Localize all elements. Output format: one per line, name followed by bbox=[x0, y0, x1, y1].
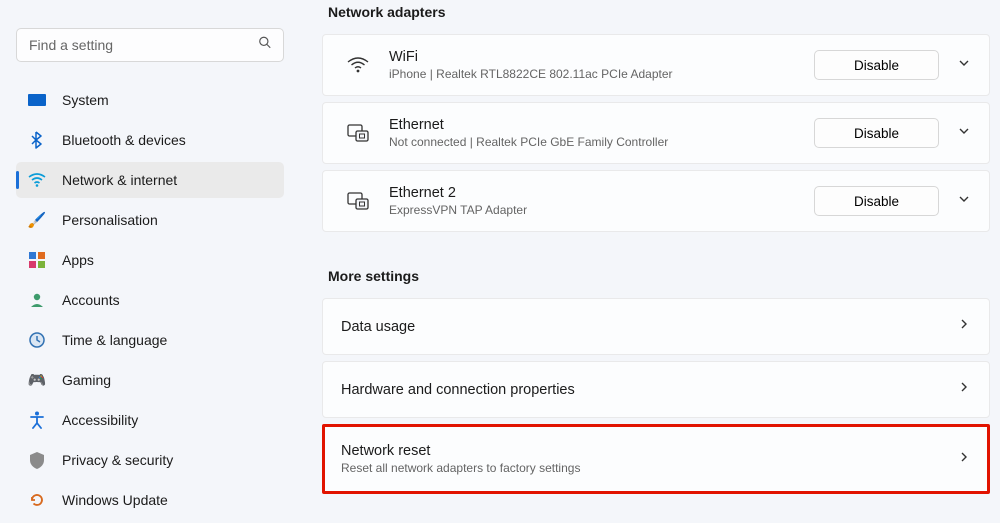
search-input[interactable] bbox=[16, 28, 284, 62]
chevron-down-icon[interactable] bbox=[957, 124, 971, 143]
sidebar-item-label: Personalisation bbox=[62, 212, 158, 228]
adapter-name: Ethernet bbox=[389, 117, 814, 133]
sidebar-item-label: System bbox=[62, 92, 109, 108]
adapter-desc: Not connected | Realtek PCIe GbE Family … bbox=[389, 135, 814, 149]
nav-list: System Bluetooth & devices Network & int… bbox=[16, 82, 284, 518]
adapter-desc: iPhone | Realtek RTL8822CE 802.11ac PCIe… bbox=[389, 67, 814, 81]
chevron-down-icon[interactable] bbox=[957, 56, 971, 75]
section-more-settings: More settings bbox=[328, 268, 990, 284]
setting-subtitle: Reset all network adapters to factory se… bbox=[341, 461, 957, 475]
accessibility-icon bbox=[28, 411, 46, 429]
disable-button[interactable]: Disable bbox=[814, 186, 939, 216]
brush-icon: 🖌️ bbox=[28, 211, 46, 229]
chevron-right-icon bbox=[957, 380, 971, 399]
sidebar-item-label: Bluetooth & devices bbox=[62, 132, 186, 148]
sidebar-item-label: Network & internet bbox=[62, 172, 177, 188]
shield-icon bbox=[28, 451, 46, 469]
sidebar-item-label: Accessibility bbox=[62, 412, 138, 428]
sidebar-item-update[interactable]: Windows Update bbox=[16, 482, 284, 518]
setting-data-usage[interactable]: Data usage bbox=[322, 298, 990, 355]
accounts-icon bbox=[28, 291, 46, 309]
setting-hardware-properties[interactable]: Hardware and connection properties bbox=[322, 361, 990, 418]
chevron-down-icon[interactable] bbox=[957, 192, 971, 211]
sidebar-item-label: Apps bbox=[62, 252, 94, 268]
sidebar: System Bluetooth & devices Network & int… bbox=[0, 0, 300, 523]
main-panel: Network adapters WiFi iPhone | Realtek R… bbox=[300, 0, 1000, 523]
wifi-icon bbox=[341, 57, 375, 73]
disable-button[interactable]: Disable bbox=[814, 118, 939, 148]
chevron-right-icon bbox=[957, 317, 971, 336]
sidebar-item-personalisation[interactable]: 🖌️ Personalisation bbox=[16, 202, 284, 238]
setting-network-reset[interactable]: Network reset Reset all network adapters… bbox=[322, 424, 990, 494]
adapter-desc: ExpressVPN TAP Adapter bbox=[389, 203, 814, 217]
clock-icon bbox=[28, 331, 46, 349]
ethernet-icon bbox=[341, 192, 375, 210]
ethernet-icon bbox=[341, 124, 375, 142]
adapter-name: Ethernet 2 bbox=[389, 185, 814, 201]
sidebar-item-bluetooth[interactable]: Bluetooth & devices bbox=[16, 122, 284, 158]
sidebar-item-gaming[interactable]: 🎮 Gaming bbox=[16, 362, 284, 398]
sidebar-item-label: Windows Update bbox=[62, 492, 168, 508]
setting-title: Network reset bbox=[341, 443, 957, 459]
sidebar-item-system[interactable]: System bbox=[16, 82, 284, 118]
sidebar-item-accessibility[interactable]: Accessibility bbox=[16, 402, 284, 438]
sidebar-item-label: Accounts bbox=[62, 292, 120, 308]
sidebar-item-accounts[interactable]: Accounts bbox=[16, 282, 284, 318]
setting-title: Data usage bbox=[341, 319, 957, 335]
sidebar-item-label: Time & language bbox=[62, 332, 167, 348]
sidebar-item-network[interactable]: Network & internet bbox=[16, 162, 284, 198]
disable-button[interactable]: Disable bbox=[814, 50, 939, 80]
wifi-icon bbox=[28, 171, 46, 189]
setting-title: Hardware and connection properties bbox=[341, 382, 957, 398]
sidebar-item-label: Privacy & security bbox=[62, 452, 173, 468]
system-icon bbox=[28, 91, 46, 109]
bluetooth-icon bbox=[28, 131, 46, 149]
section-network-adapters: Network adapters bbox=[328, 4, 990, 20]
adapter-row-ethernet[interactable]: Ethernet Not connected | Realtek PCIe Gb… bbox=[322, 102, 990, 164]
adapter-name: WiFi bbox=[389, 49, 814, 65]
update-icon bbox=[28, 491, 46, 509]
search-icon bbox=[258, 36, 272, 55]
adapter-row-ethernet2[interactable]: Ethernet 2 ExpressVPN TAP Adapter Disabl… bbox=[322, 170, 990, 232]
sidebar-item-label: Gaming bbox=[62, 372, 111, 388]
sidebar-item-privacy[interactable]: Privacy & security bbox=[16, 442, 284, 478]
sidebar-item-time[interactable]: Time & language bbox=[16, 322, 284, 358]
sidebar-item-apps[interactable]: Apps bbox=[16, 242, 284, 278]
gaming-icon: 🎮 bbox=[28, 371, 46, 389]
adapter-row-wifi[interactable]: WiFi iPhone | Realtek RTL8822CE 802.11ac… bbox=[322, 34, 990, 96]
chevron-right-icon bbox=[957, 450, 971, 469]
apps-icon bbox=[28, 251, 46, 269]
